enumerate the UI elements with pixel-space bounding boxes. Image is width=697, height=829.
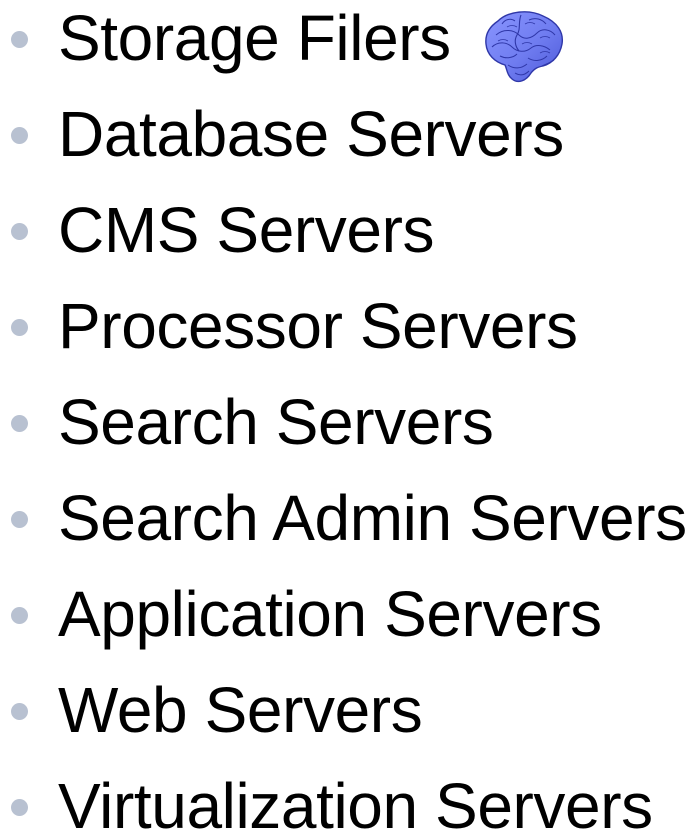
list-item: Database Servers [0,96,697,192]
list-item: Search Servers [0,384,697,480]
bullet-dot-icon [11,511,28,528]
list-item: Web Servers [0,672,697,768]
bullet-dot-icon [11,415,28,432]
bullet-label: Database Servers [58,98,564,170]
bullet-dot-icon [11,223,28,240]
list-item: Storage Filers [0,0,697,96]
list-item: Virtualization Servers [0,768,697,829]
list-item: CMS Servers [0,192,697,288]
list-item: Search Admin Servers [0,480,697,576]
bullet-label: Search Admin Servers [58,482,687,554]
brain-icon [480,7,570,87]
bullet-dot-icon [11,31,28,48]
bullet-label: Search Servers [58,386,494,458]
list-item: Application Servers [0,576,697,672]
bullet-dot-icon [11,703,28,720]
bullet-label: Processor Servers [58,290,578,362]
bullet-dot-icon [11,319,28,336]
bullet-dot-icon [11,127,28,144]
list-item: Processor Servers [0,288,697,384]
bullet-label: Virtualization Servers [58,770,653,829]
bullet-label: Application Servers [58,578,602,650]
slide: Storage Filers Database Servers CMS Serv… [0,0,697,829]
bullet-label: Storage Filers [58,2,451,74]
bullet-dot-icon [11,799,28,816]
bullet-dot-icon [11,607,28,624]
bullet-label: Web Servers [58,674,423,746]
bullet-label: CMS Servers [58,194,435,266]
bullet-list: Storage Filers Database Servers CMS Serv… [0,0,697,829]
